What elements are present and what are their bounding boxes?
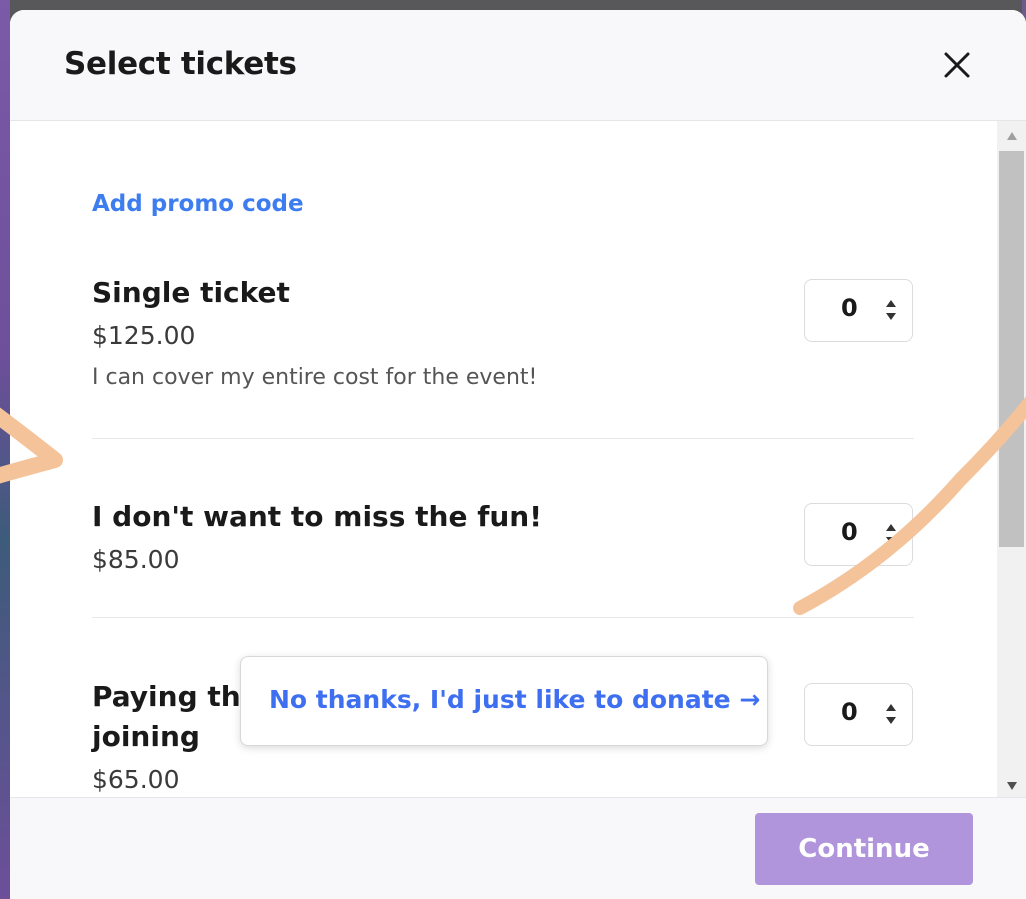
scroll-down-arrow-icon[interactable] [1006, 781, 1018, 791]
background-page-edge-left [0, 0, 10, 899]
up-down-arrows-icon [886, 704, 896, 724]
quantity-stepper-paying-joining[interactable]: 0 [804, 683, 913, 746]
ticket-item-single: Single ticket $125.00 I can cover my ent… [92, 273, 914, 390]
ticket-description: I can cover my entire cost for the event… [92, 365, 538, 390]
scroll-up-arrow-icon[interactable] [1006, 131, 1018, 141]
add-promo-code-link[interactable]: Add promo code [92, 191, 304, 217]
quantity-value: 0 [841, 518, 858, 546]
up-down-arrows-icon [886, 524, 896, 544]
quantity-stepper-miss-the-fun[interactable]: 0 [804, 503, 913, 566]
continue-button[interactable]: Continue [755, 813, 973, 885]
select-tickets-modal: Select tickets Add promo code Single tic… [10, 10, 1026, 899]
modal-header: Select tickets [10, 10, 1026, 121]
scrollbar-thumb[interactable] [999, 151, 1024, 547]
arrow-right-icon: → [739, 685, 761, 714]
ticket-list-scrollbar[interactable] [997, 121, 1026, 797]
ticket-item-miss-the-fun: I don't want to miss the fun! $85.00 [92, 497, 914, 577]
close-icon [944, 52, 970, 78]
ticket-price: $85.00 [92, 545, 180, 574]
close-button[interactable] [940, 48, 974, 82]
donate-instead-button[interactable]: No thanks, I'd just like to donate → [240, 656, 768, 746]
donate-label: No thanks, I'd just like to donate → [269, 685, 761, 714]
ticket-price: $65.00 [92, 765, 180, 794]
ticket-name: Single ticket [92, 276, 290, 309]
modal-footer: Continue [10, 797, 1026, 899]
divider [92, 438, 914, 439]
quantity-value: 0 [841, 294, 858, 322]
modal-title: Select tickets [64, 46, 297, 82]
ticket-name: I don't want to miss the fun! [92, 500, 543, 533]
up-down-arrows-icon [886, 300, 896, 320]
ticket-price: $125.00 [92, 321, 196, 350]
quantity-stepper-single[interactable]: 0 [804, 279, 913, 342]
quantity-value: 0 [841, 698, 858, 726]
divider [92, 617, 914, 618]
